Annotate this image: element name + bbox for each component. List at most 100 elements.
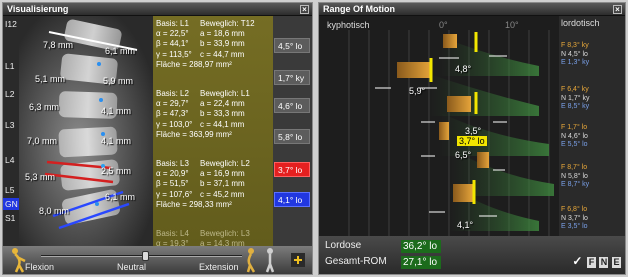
xray-image[interactable]: 7,8 mm 6,1 mm 5,1 mm 5,9 mm 6,3 mm 4,1 m…	[19, 16, 153, 248]
beweglich-label: Beweglich: L3	[200, 229, 250, 238]
area-value: Fläche = 363,99 mm²	[156, 129, 232, 139]
visualization-panel: Visualisierung × I12 L1 L2 L3 L4 L5 GN S…	[2, 2, 313, 275]
measurement-block-l3: Basis: L3 Beweglich: L2 α = 20,9° a = 16,9…	[156, 159, 272, 210]
flexion-label: Flexion	[25, 262, 55, 272]
level-label-gn: GN	[3, 198, 19, 210]
angle-badge-l5-blue[interactable]: 4,1° lo	[274, 192, 310, 207]
legend-block-l1: F 8,3° ky N 4,5° lo E 1,3° ky	[561, 42, 590, 67]
gesamt-rom-value: 27,1° lo	[401, 256, 441, 269]
lordose-label: Lordose	[325, 240, 362, 251]
fne-n-button[interactable]: N	[599, 257, 609, 268]
rom-chart	[348, 30, 554, 238]
angle-badge-l4-red[interactable]: 3,7° lo	[274, 162, 310, 177]
rom-angle-label: 6,5°	[455, 150, 472, 160]
distance-label: 5,3 mm	[25, 172, 56, 182]
level-label-s1: S1	[5, 213, 16, 223]
distance-label: 5,1 mm	[35, 74, 66, 84]
visualization-title: Visualisierung	[7, 4, 69, 14]
basis-label: Basis: L1	[156, 19, 189, 28]
neutral-label: Neutral	[117, 262, 147, 272]
distance-label: 6,1 mm	[105, 46, 136, 56]
level-label-l4: L4	[5, 155, 15, 165]
measurement-block-l2: Basis: L2 Beweglich: L1 α = 29,7° a = 22,4…	[156, 89, 272, 140]
beweglich-label: Beweglich: T12	[200, 19, 255, 28]
area-value: Fläche = 298,33 mm²	[156, 199, 232, 209]
legend-block-l4: F 8,7° lo N 5,8° lo E 8,7° ky	[561, 164, 590, 189]
gamma-value: γ = 113,5°	[156, 49, 192, 59]
standing-figure-icon[interactable]	[261, 247, 279, 273]
angle-badges: 4,5° lo 1,7° ky 4,6° lo 5,8° lo 3,7° lo …	[273, 16, 312, 248]
axis-ten-label: 10°	[505, 20, 519, 30]
rom-title: Range Of Motion	[323, 4, 395, 14]
motion-slider-bar: Flexion Neutral Extension	[3, 246, 312, 274]
check-icon[interactable]: ✓	[571, 255, 583, 267]
rom-angle-label: 4,8°	[455, 64, 472, 74]
level-strip: I12 L1 L2 L3 L4 L5 GN S1	[3, 16, 19, 248]
angle-badge-l3[interactable]: 4,6° lo	[274, 98, 310, 113]
level-label-l2: L2	[5, 89, 15, 99]
rom-angle-label: 4,1°	[457, 220, 474, 230]
lordotic-label: lordotisch	[561, 18, 600, 28]
c-value: c = 45,2 mm	[200, 189, 245, 199]
a-value: a = 18,6 mm	[200, 29, 245, 39]
kyphotic-label: kyphotisch	[327, 20, 370, 30]
close-icon[interactable]: ×	[613, 5, 622, 14]
distance-label: 4,1 mm	[101, 106, 132, 116]
basis-label: Basis: L3	[156, 159, 189, 168]
motion-slider[interactable]	[41, 251, 242, 261]
angle-badge-l1[interactable]: 4,5° lo	[274, 38, 310, 53]
endplate-line-s1-lower	[58, 202, 130, 230]
measurement-block-l1: Basis: L1 Beweglich: T12 α = 22,5° a = 18,…	[156, 19, 272, 70]
lordose-value: 36,2° lo	[401, 240, 441, 253]
gesamt-rom-label: Gesamt-ROM	[325, 256, 387, 267]
rom-angle-label: 3,5°	[465, 126, 482, 136]
slider-knob[interactable]	[141, 251, 149, 261]
b-value: b = 37,1 mm	[200, 179, 245, 189]
distance-label: 2,5 mm	[101, 166, 132, 176]
fne-selector: ✓ F N E	[570, 255, 621, 268]
rom-titlebar: Range Of Motion ×	[319, 3, 625, 16]
legend-block-l5: F 6,8° lo N 3,7° lo E 3,5° lo	[561, 206, 588, 231]
alpha-value: α = 20,9°	[156, 169, 189, 179]
c-value: c = 44,7 mm	[200, 49, 245, 59]
close-icon[interactable]: ×	[300, 5, 309, 14]
beta-value: β = 47,3°	[156, 109, 189, 119]
range-of-motion-panel: Range Of Motion × kyphotisch 0° 10° 4,8°…	[318, 2, 626, 275]
area-value: Fläche = 288,97 mm²	[156, 59, 232, 69]
gamma-value: γ = 103,0°	[156, 119, 193, 129]
axis-zero-label: 0°	[439, 20, 448, 30]
distance-label: 6,1 mm	[105, 192, 136, 202]
distance-label: 8,0 mm	[39, 206, 70, 216]
fne-f-button[interactable]: F	[586, 257, 596, 268]
fne-e-button[interactable]: E	[612, 257, 621, 268]
export-icon[interactable]	[289, 251, 309, 271]
angle-badge-l4[interactable]: 5,8° lo	[274, 129, 310, 144]
distance-label: 4,1 mm	[101, 136, 132, 146]
basis-label: Basis: L4	[156, 229, 189, 238]
measurement-panel: Basis: L1 Beweglich: T12 α = 22,5° a = 18,…	[153, 16, 273, 248]
angle-badge-l2[interactable]: 1,7° ky	[274, 70, 310, 85]
extension-figure-icon[interactable]	[241, 247, 259, 273]
rom-chart-area: kyphotisch 0° 10° 4,8° 5,9° 3,5° 3,7° lo…	[319, 16, 559, 238]
a-value: a = 16,9 mm	[200, 169, 245, 179]
level-label-l3: L3	[5, 120, 15, 130]
beweglich-label: Beweglich: L2	[200, 159, 250, 168]
beweglich-label: Beweglich: L1	[200, 89, 250, 98]
rom-footer: Lordose 36,2° lo Gesamt-ROM 27,1° lo ✓ F…	[319, 236, 625, 274]
legend-block-l2: F 6,4° ky N 1,7° ky E 8,5° ky	[561, 86, 590, 111]
gamma-value: γ = 107,6°	[156, 189, 193, 199]
c-value: c = 44,1 mm	[200, 119, 245, 129]
level-label-l1: L1	[5, 61, 15, 71]
visualization-titlebar: Visualisierung ×	[3, 3, 312, 16]
a-value: a = 22,4 mm	[200, 99, 245, 109]
alpha-value: α = 22,5°	[156, 29, 189, 39]
legend-block-l3: F 1,7° lo N 4,6° lo E 5,5° lo	[561, 124, 588, 149]
basis-label: Basis: L2	[156, 89, 189, 98]
rom-angle-highlight: 3,7° lo	[457, 136, 487, 146]
level-label-i12: I12	[5, 19, 17, 29]
beta-value: β = 51,5°	[156, 179, 189, 189]
b-value: b = 33,3 mm	[200, 109, 245, 119]
distance-label: 7,0 mm	[27, 136, 58, 146]
rom-legend: lordotisch F 8,3° ky N 4,5° lo E 1,3° ky…	[559, 16, 625, 238]
distance-label: 5,9 mm	[103, 76, 134, 86]
